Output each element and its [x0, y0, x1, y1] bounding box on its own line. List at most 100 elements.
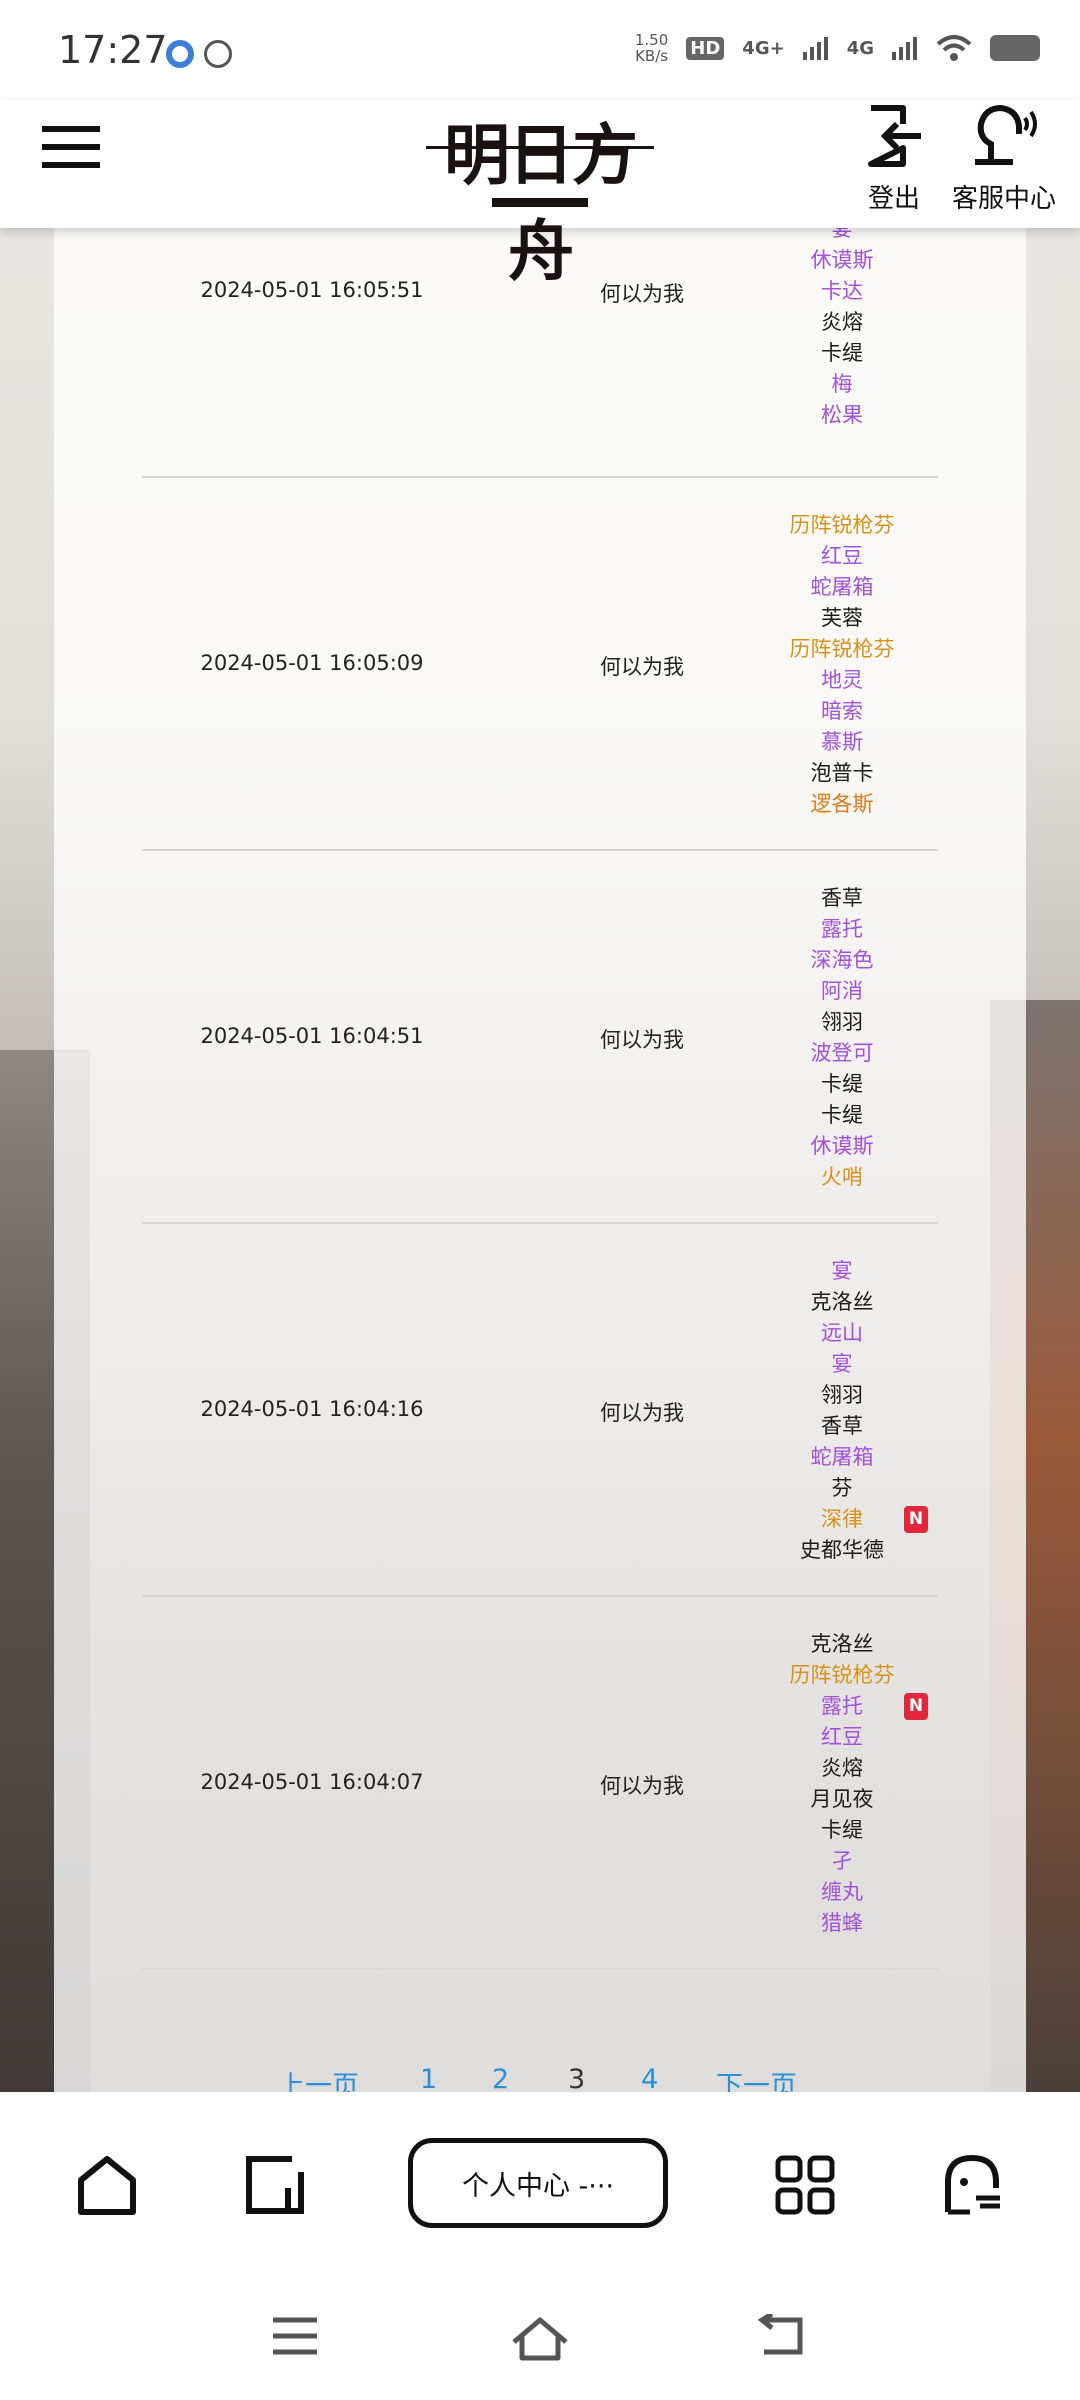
operator-name: 翎羽: [742, 1380, 942, 1411]
operator-label: 松果: [821, 403, 863, 427]
operator-name: 露托: [742, 914, 942, 945]
operator-label: 露托: [821, 1693, 863, 1718]
grid-apps-icon[interactable]: [774, 2154, 836, 2216]
operator-label: 红豆: [821, 543, 863, 568]
operator-label: 卡缇: [821, 1817, 863, 1842]
back-arrow-icon[interactable]: [756, 2311, 816, 2364]
operator-name: 逻各斯: [742, 789, 942, 820]
operator-label: 克洛丝: [810, 1631, 874, 1656]
operator-label: 休谟斯: [810, 248, 874, 272]
operator-name: 克洛丝: [742, 1287, 942, 1318]
logout-button[interactable]: 登出: [862, 104, 926, 215]
menu-lines-icon[interactable]: [270, 2314, 330, 2364]
operator-name: 波登可: [742, 1038, 942, 1069]
operator-name: 暗索: [742, 696, 942, 727]
operator-label: 卡缇: [821, 1102, 863, 1127]
records-icon[interactable]: [244, 2154, 306, 2216]
ghost-icon[interactable]: [942, 2154, 1004, 2216]
operator-name: 宴: [742, 1349, 942, 1380]
operator-name: 休谟斯: [742, 245, 942, 276]
operator-name: 松果: [742, 400, 942, 431]
operator-label: 宴: [831, 1351, 853, 1376]
operator-name: 芙蓉: [742, 603, 942, 634]
operator-label: 炎熔: [821, 1755, 863, 1780]
operator-label: 火哨: [821, 1164, 863, 1189]
home-outline-icon[interactable]: [510, 2314, 570, 2364]
operator-label: 地灵: [821, 667, 863, 692]
logout-label: 登出: [867, 184, 920, 214]
operator-label: 卡达: [821, 279, 863, 303]
operator-name: 卡达: [742, 276, 942, 307]
record-time: 2024-05-01 16:04:07: [200, 1769, 424, 1794]
operator-label: 宴: [831, 1258, 853, 1283]
page-link-4[interactable]: 4: [641, 2064, 658, 2095]
operator-label: 缠丸: [821, 1879, 863, 1904]
operator-name: 香草: [742, 1411, 942, 1442]
gacha-record-row: 2024-05-01 16:04:51 何以为我 香草 露托 深海色 阿消 翎羽 波登可 卡缇卡…: [142, 851, 938, 1224]
record-time: 2024-05-01 16:04:16: [200, 1396, 424, 1421]
operator-label: 芙蓉: [821, 605, 863, 630]
signal-bars-icon: [802, 37, 828, 60]
operator-name: 远山: [742, 1318, 942, 1349]
operator-label: 泡普卡: [810, 760, 874, 785]
operator-name: 缠丸: [742, 1877, 942, 1908]
operator-name: 红豆: [742, 1722, 942, 1753]
record-operators: 克洛丝历阵锐枪芬露托 N 红豆 炎熔月见夜卡缇孑缠丸猎蜂: [742, 1629, 942, 1939]
gacha-record-row: 2024-05-01 16:04:16 何以为我宴克洛丝 远山宴翎羽 香草 蛇屠箱芬深律…: [142, 1224, 938, 1597]
operator-name: 芬: [742, 1473, 942, 1504]
signal-2-label: 4G: [846, 37, 874, 59]
page-link-1[interactable]: 1: [420, 2064, 437, 2095]
status-indicators: 1.50 KB/s HD 4G+ 4G: [635, 32, 1040, 64]
gacha-history-panel: 2024-05-01 16:05:51何以为我苏苏洛安赛尔宴休谟斯卡达炎熔卡缇梅…: [54, 155, 1026, 2102]
operator-label: 翎羽: [821, 1009, 863, 1034]
hamburger-menu-icon[interactable]: [42, 112, 102, 172]
operator-name: 地灵: [742, 665, 942, 696]
operator-label: 史都华德: [800, 1537, 884, 1562]
operator-name: 猎蜂: [742, 1908, 942, 1939]
gacha-record-row: 2024-05-01 16:04:07 何以为我 克洛丝 历阵锐枪芬 露托 N 红豆 炎熔 月见…: [142, 1597, 938, 1970]
record-pool-name: 何以为我: [600, 1027, 684, 1052]
operator-label: 深海色: [810, 947, 874, 972]
record-operators: 宴克洛丝 远山宴翎羽 香草 蛇屠箱芬深律 N 史都华德: [742, 1256, 942, 1566]
operator-name: 蛇屠箱: [742, 1442, 942, 1473]
operator-name: 卡缇: [742, 338, 942, 369]
bottom-tab-bar: 个人中心 -···: [0, 2092, 1080, 2272]
page-link-2[interactable]: 2: [492, 2064, 509, 2095]
operator-label: 芬: [831, 1475, 853, 1500]
operator-label: 猎蜂: [821, 1910, 863, 1935]
record-operators: 历阵锐枪芬 红豆 蛇屠箱 芙蓉 历阵锐枪芬 地灵 暗索 慕斯 泡普卡 逻各斯: [742, 510, 942, 820]
operator-label: 翎羽: [821, 1382, 863, 1407]
record-pool-name: 何以为我: [600, 1400, 684, 1425]
operator-name: 蛇屠箱: [742, 572, 942, 603]
operator-label: 历阵锐枪芬: [789, 1662, 895, 1687]
operator-name: 慕斯: [742, 727, 942, 758]
operator-label: 远山: [821, 1320, 863, 1345]
page-current-3: 3: [568, 2064, 586, 2095]
new-badge: N: [904, 1692, 928, 1720]
gacha-record-row: 2024-05-01 16:05:09 何以为我 历阵锐枪芬 红豆 蛇屠箱 芙蓉 历阵锐枪芬…: [142, 478, 938, 851]
operator-label: 逻各斯: [810, 791, 874, 816]
operator-name: 休谟斯: [742, 1131, 942, 1162]
operator-label: 梅: [831, 372, 853, 396]
record-pool-name: 何以为我: [600, 1773, 684, 1798]
operator-label: 历阵锐枪芬: [789, 636, 895, 661]
new-badge: N: [904, 1505, 928, 1533]
operator-name: 历阵锐枪芬: [742, 510, 942, 541]
status-bar: 17:27 1.50 KB/s HD 4G+ 4G: [0, 0, 1080, 100]
personal-center-button[interactable]: 个人中心 -···: [408, 2138, 668, 2228]
operator-name: 深海色: [742, 945, 942, 976]
operator-name: 红豆: [742, 541, 942, 572]
operator-label: 露托: [821, 916, 863, 941]
operator-label: 月见夜: [810, 1786, 874, 1811]
wifi-icon: [936, 35, 972, 61]
app-header: 明日方舟 登出 客服中心: [0, 100, 1080, 290]
operator-name: 卡缇: [742, 1100, 942, 1131]
operator-label: 蛇屠箱: [810, 574, 874, 599]
operator-name: 深律 N: [742, 1504, 942, 1535]
operator-label: 波登可: [810, 1040, 874, 1065]
operator-label: 历阵锐枪芬: [789, 512, 895, 537]
customer-service-button[interactable]: 客服中心: [944, 104, 1064, 215]
service-label: 客服中心: [951, 184, 1056, 214]
home-icon[interactable]: [76, 2154, 138, 2216]
operator-name: 孑: [742, 1846, 942, 1877]
